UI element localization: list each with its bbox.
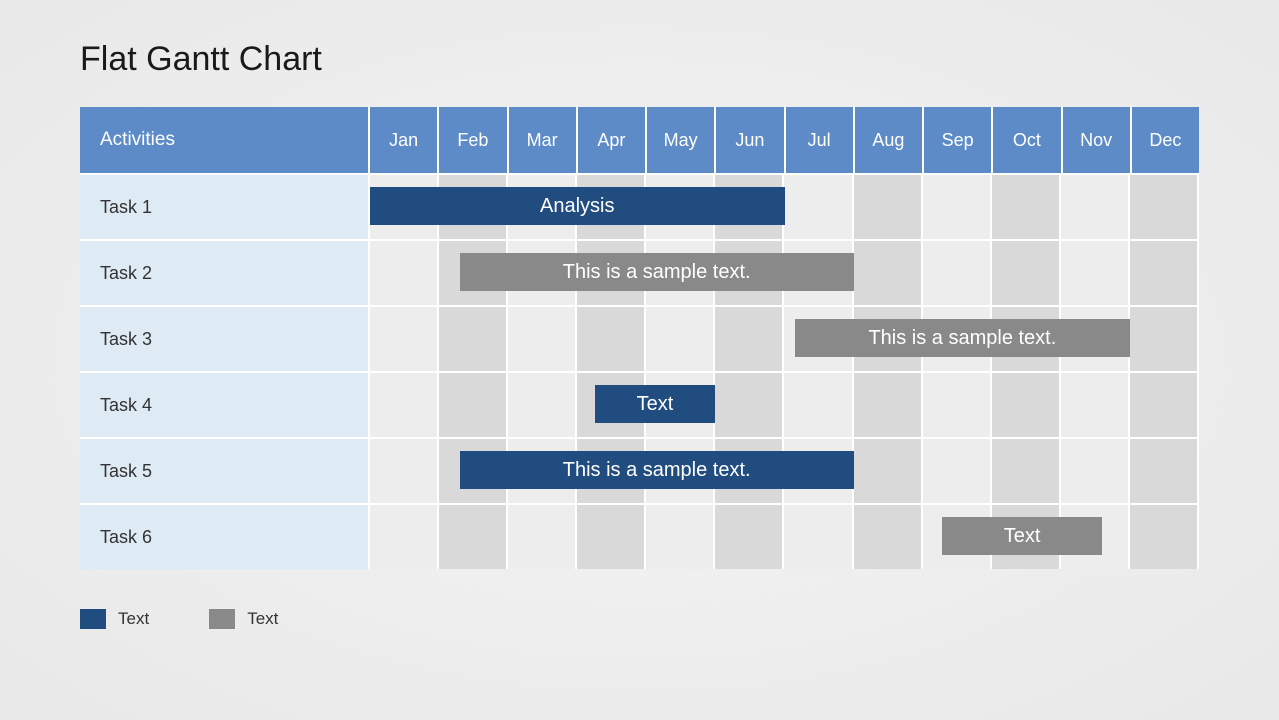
table-row: Task 6 Text bbox=[80, 503, 1199, 569]
header-month: May bbox=[647, 107, 716, 173]
grid-cell bbox=[1130, 173, 1199, 239]
grid-cell bbox=[992, 173, 1061, 239]
legend-item: Text bbox=[80, 609, 149, 629]
grid-cell bbox=[992, 239, 1061, 305]
header-month: Oct bbox=[993, 107, 1062, 173]
header-month: Feb bbox=[439, 107, 508, 173]
legend-swatch-gray bbox=[209, 609, 235, 629]
header-month: Apr bbox=[578, 107, 647, 173]
grid-cell bbox=[370, 503, 439, 569]
task-name: Task 2 bbox=[80, 239, 370, 305]
header-month: Dec bbox=[1132, 107, 1199, 173]
grid-cell bbox=[1130, 371, 1199, 437]
grid-cell bbox=[1061, 371, 1130, 437]
gantt-body: Task 1AnalysisTask 2 This is a sample tex… bbox=[80, 173, 1199, 569]
task-name: Task 5 bbox=[80, 437, 370, 503]
grid-cell bbox=[854, 437, 923, 503]
table-row: Task 2 This is a sample text. bbox=[80, 239, 1199, 305]
header-month: Sep bbox=[924, 107, 993, 173]
grid-cell bbox=[923, 239, 992, 305]
gantt-bar[interactable]: Analysis bbox=[370, 187, 785, 225]
header-month: Aug bbox=[855, 107, 924, 173]
grid-cell bbox=[784, 371, 853, 437]
table-row: Task 4 Text bbox=[80, 371, 1199, 437]
grid-cell bbox=[439, 371, 508, 437]
grid-cell bbox=[1061, 239, 1130, 305]
grid-cell bbox=[992, 437, 1061, 503]
grid-cell bbox=[715, 305, 784, 371]
grid-cell bbox=[1130, 305, 1199, 371]
task-name: Task 3 bbox=[80, 305, 370, 371]
legend-swatch-blue bbox=[80, 609, 106, 629]
grid-cell bbox=[370, 239, 439, 305]
gantt-header-row: Activities Jan Feb Mar Apr May Jun Jul A… bbox=[80, 107, 1199, 173]
grid-cell bbox=[854, 239, 923, 305]
legend: Text Text bbox=[80, 609, 1199, 629]
legend-item: Text bbox=[209, 609, 278, 629]
grid-cell bbox=[370, 437, 439, 503]
gantt-bar[interactable]: This is a sample text. bbox=[460, 451, 854, 489]
header-activities: Activities bbox=[80, 107, 370, 173]
grid-cell bbox=[715, 503, 784, 569]
grid-cell bbox=[439, 503, 508, 569]
grid-cell bbox=[508, 305, 577, 371]
grid-cell bbox=[1130, 503, 1199, 569]
grid-cell bbox=[1061, 437, 1130, 503]
grid-cell bbox=[923, 371, 992, 437]
grid-cell bbox=[1130, 239, 1199, 305]
header-month: Jan bbox=[370, 107, 439, 173]
table-row: Task 1Analysis bbox=[80, 173, 1199, 239]
grid-cell bbox=[784, 503, 853, 569]
page-title: Flat Gantt Chart bbox=[80, 40, 1199, 79]
header-month: Jul bbox=[786, 107, 855, 173]
grid-cell bbox=[923, 437, 992, 503]
grid-cell bbox=[854, 173, 923, 239]
header-month: Mar bbox=[509, 107, 578, 173]
header-month: Nov bbox=[1063, 107, 1132, 173]
grid-cell bbox=[370, 305, 439, 371]
grid-cell bbox=[1061, 173, 1130, 239]
grid-cell bbox=[854, 503, 923, 569]
grid-cell bbox=[439, 305, 508, 371]
grid-cell bbox=[577, 503, 646, 569]
gantt-bar[interactable]: Text bbox=[942, 517, 1102, 555]
grid-cell bbox=[784, 173, 853, 239]
grid-cell bbox=[923, 173, 992, 239]
grid-cell bbox=[854, 371, 923, 437]
grid-cell bbox=[1130, 437, 1199, 503]
grid-cell bbox=[992, 371, 1061, 437]
grid-cell bbox=[508, 503, 577, 569]
legend-label: Text bbox=[118, 609, 149, 629]
grid-cell bbox=[508, 371, 577, 437]
legend-label: Text bbox=[247, 609, 278, 629]
grid-cell bbox=[370, 371, 439, 437]
task-name: Task 6 bbox=[80, 503, 370, 569]
table-row: Task 5 This is a sample text. bbox=[80, 437, 1199, 503]
gantt-bar[interactable]: Text bbox=[595, 385, 716, 423]
task-name: Task 4 bbox=[80, 371, 370, 437]
grid-cell bbox=[715, 371, 784, 437]
gantt-chart: Activities Jan Feb Mar Apr May Jun Jul A… bbox=[80, 107, 1199, 569]
task-name: Task 1 bbox=[80, 173, 370, 239]
header-month: Jun bbox=[716, 107, 785, 173]
grid-cell bbox=[646, 503, 715, 569]
gantt-bar[interactable]: This is a sample text. bbox=[795, 319, 1130, 357]
grid-cell bbox=[646, 305, 715, 371]
grid-cell bbox=[577, 305, 646, 371]
table-row: Task 3 This is a sample text. bbox=[80, 305, 1199, 371]
gantt-bar[interactable]: This is a sample text. bbox=[460, 253, 854, 291]
